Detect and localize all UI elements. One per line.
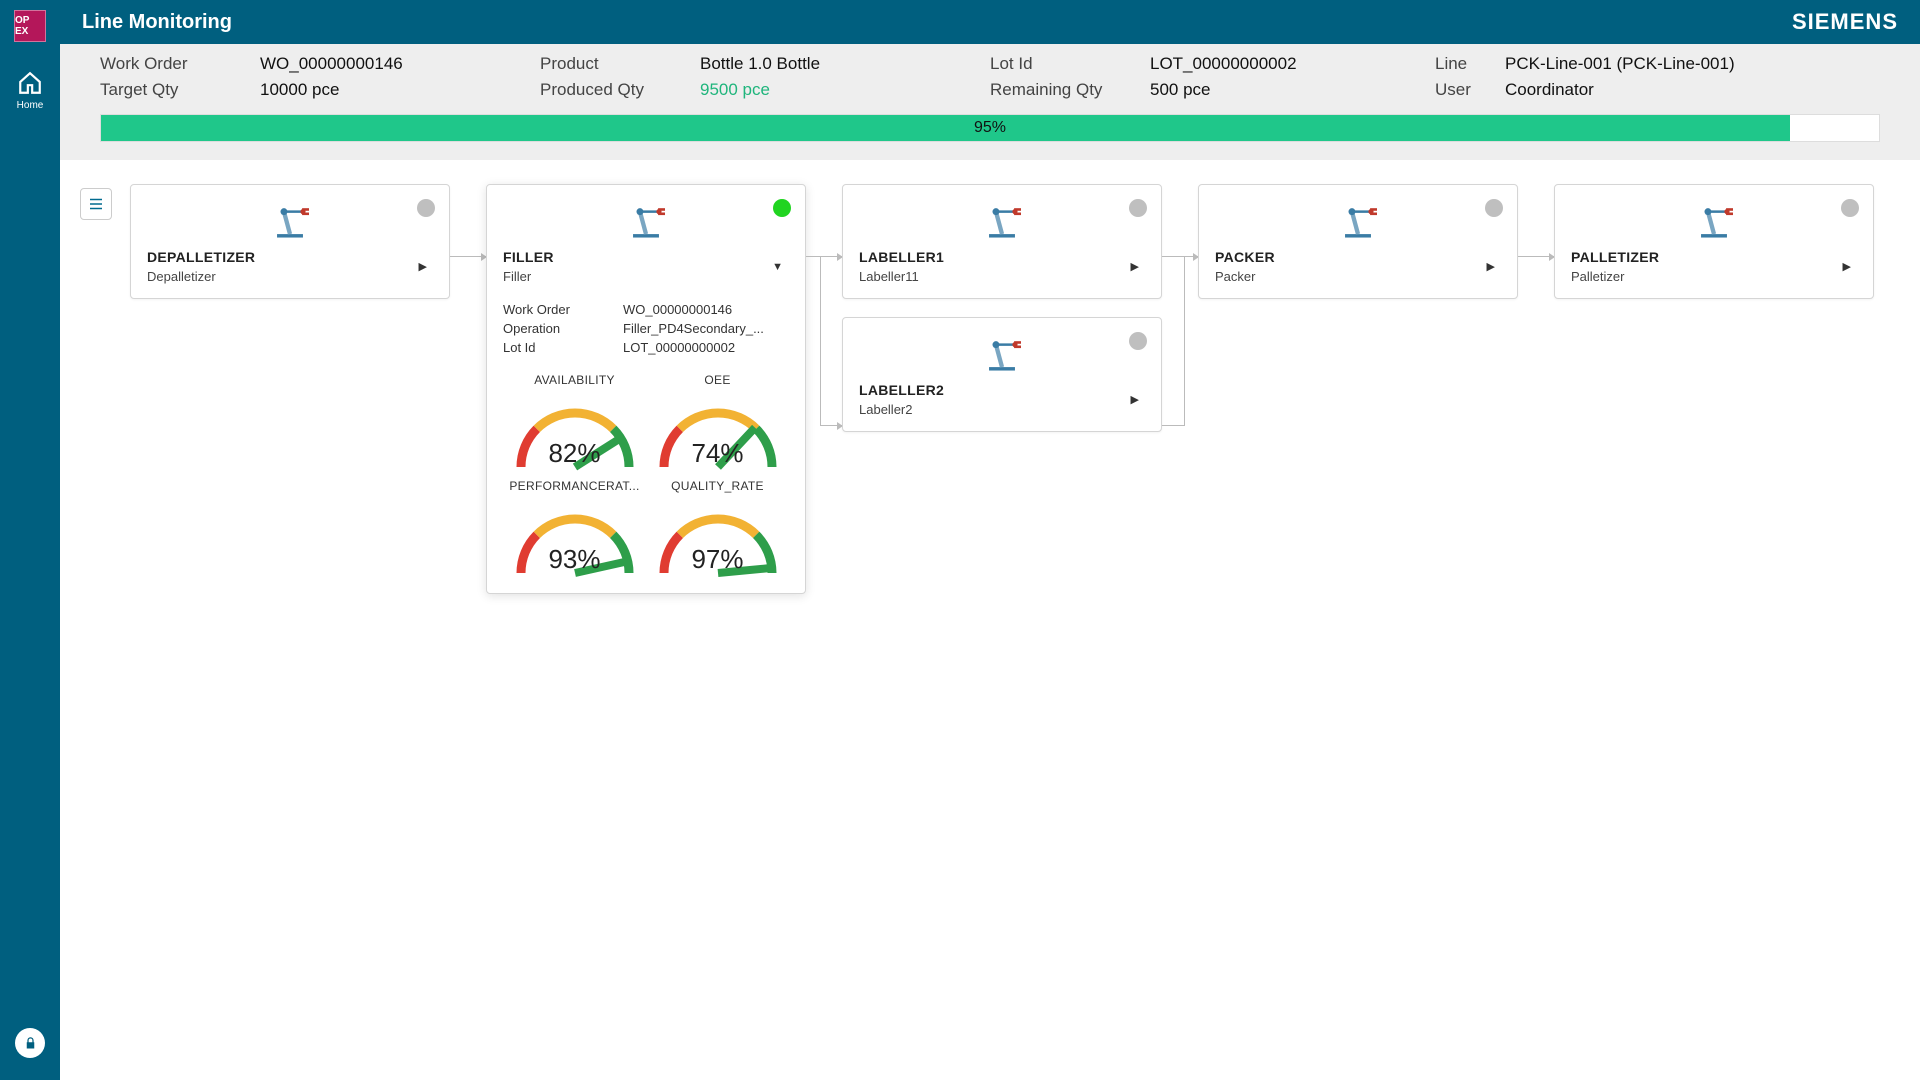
gauge-label-availability: AVAILABILITY <box>503 373 646 387</box>
progress-text: 95% <box>101 115 1879 141</box>
expand-chevron-right-icon[interactable]: ▶ <box>413 254 433 279</box>
machine-flow: DEPALLETIZER Depalletizer ▶ FILLER Fille… <box>130 184 1874 594</box>
lock-button[interactable] <box>15 1028 45 1058</box>
nav-home[interactable]: Home <box>17 70 44 111</box>
machine-card-packer[interactable]: PACKER Packer ▶ <box>1198 184 1518 299</box>
connector-merge <box>1162 256 1198 426</box>
machine-title: LABELLER2 <box>859 382 944 398</box>
home-icon <box>17 70 43 96</box>
detail-label-op: Operation <box>503 321 623 336</box>
detail-label-wo: Work Order <box>503 302 623 317</box>
machine-title: PALLETIZER <box>1571 249 1659 265</box>
detail-value-wo: WO_00000000146 <box>623 302 789 317</box>
machine-icon <box>503 203 789 241</box>
target-qty-value: 10000 pce <box>260 80 540 100</box>
work-order-label: Work Order <box>100 54 260 74</box>
produced-qty-label: Produced Qty <box>540 80 700 100</box>
lot-value: LOT_00000000002 <box>1150 54 1435 74</box>
status-dot <box>1129 199 1147 217</box>
machine-card-filler[interactable]: FILLER Filler ▼ Work OrderWO_00000000146… <box>486 184 806 594</box>
panel-toggle-button[interactable] <box>80 188 112 220</box>
expand-chevron-right-icon[interactable]: ▶ <box>1125 387 1145 412</box>
gauge-quality: 97% <box>646 499 789 579</box>
gauge-availability: 82% <box>503 393 646 473</box>
machine-subtitle: Labeller2 <box>859 402 944 417</box>
machine-title: FILLER <box>503 249 554 265</box>
menu-icon <box>87 195 105 213</box>
status-dot <box>1485 199 1503 217</box>
brand-logo: SIEMENS <box>1792 9 1898 35</box>
machine-subtitle: Depalletizer <box>147 269 255 284</box>
gauge-value-performance: 93% <box>548 544 600 575</box>
machine-icon <box>147 203 433 241</box>
machine-card-labeller1[interactable]: LABELLER1 Labeller11 ▶ <box>842 184 1162 299</box>
gauge-label-quality: QUALITY_RATE <box>646 479 789 493</box>
info-grid: Work Order WO_00000000146 Product Bottle… <box>100 54 1880 100</box>
gauge-label-oee: OEE <box>646 373 789 387</box>
gauge-label-performance: PERFORMANCERAT... <box>503 479 646 493</box>
target-qty-label: Target Qty <box>100 80 260 100</box>
gauge-performance: 93% <box>503 499 646 579</box>
app-logo-text: OP EX <box>15 15 45 37</box>
topbar: Line Monitoring SIEMENS <box>60 0 1920 44</box>
detail-value-lot: LOT_00000000002 <box>623 340 789 355</box>
gauges-grid: AVAILABILITY OEE 82% 74% PERFORMANCERAT.… <box>503 373 789 579</box>
lock-icon <box>23 1036 38 1051</box>
machine-icon <box>1571 203 1857 241</box>
status-dot <box>1841 199 1859 217</box>
work-order-value: WO_00000000146 <box>260 54 540 74</box>
line-value: PCK-Line-001 (PCK-Line-001) <box>1505 54 1880 74</box>
machine-subtitle: Palletizer <box>1571 269 1659 284</box>
gauge-value-oee: 74% <box>691 438 743 469</box>
gauge-oee: 74% <box>646 393 789 473</box>
status-dot <box>417 199 435 217</box>
status-dot <box>1129 332 1147 350</box>
detail-value-op: Filler_PD4Secondary_... <box>623 321 789 336</box>
line-label: Line <box>1435 54 1505 74</box>
remaining-qty-value: 500 pce <box>1150 80 1435 100</box>
machine-details: Work OrderWO_00000000146 OperationFiller… <box>503 302 789 355</box>
status-dot <box>773 199 791 217</box>
lot-label: Lot Id <box>990 54 1150 74</box>
machine-card-depalletizer[interactable]: DEPALLETIZER Depalletizer ▶ <box>130 184 450 299</box>
product-value: Bottle 1.0 Bottle <box>700 54 990 74</box>
machine-card-palletizer[interactable]: PALLETIZER Palletizer ▶ <box>1554 184 1874 299</box>
nav-home-label: Home <box>17 100 44 111</box>
collapse-chevron-down-icon[interactable]: ▼ <box>766 255 789 279</box>
info-strip: Work Order WO_00000000146 Product Bottle… <box>60 44 1920 160</box>
user-value: Coordinator <box>1505 80 1880 100</box>
connector-split <box>806 256 842 426</box>
product-label: Product <box>540 54 700 74</box>
machine-subtitle: Labeller11 <box>859 269 944 284</box>
gauge-value-quality: 97% <box>691 544 743 575</box>
machine-subtitle: Packer <box>1215 269 1275 284</box>
machine-icon <box>859 336 1145 374</box>
detail-label-lot: Lot Id <box>503 340 623 355</box>
connector <box>450 184 486 257</box>
main-area: DEPALLETIZER Depalletizer ▶ FILLER Fille… <box>60 174 1920 1080</box>
page-title: Line Monitoring <box>82 11 232 34</box>
machine-icon <box>859 203 1145 241</box>
produced-qty-value: 9500 pce <box>700 80 990 100</box>
user-label: User <box>1435 80 1505 100</box>
expand-chevron-right-icon[interactable]: ▶ <box>1837 254 1857 279</box>
machine-card-labeller2[interactable]: LABELLER2 Labeller2 ▶ <box>842 317 1162 432</box>
machine-title: PACKER <box>1215 249 1275 265</box>
progress-bar: 95% <box>100 114 1880 142</box>
connector <box>1518 184 1554 257</box>
expand-chevron-right-icon[interactable]: ▶ <box>1125 254 1145 279</box>
machine-title: LABELLER1 <box>859 249 944 265</box>
app-logo: OP EX <box>14 10 46 42</box>
machine-subtitle: Filler <box>503 269 554 284</box>
expand-chevron-right-icon[interactable]: ▶ <box>1481 254 1501 279</box>
gauge-value-availability: 82% <box>548 438 600 469</box>
sidebar: OP EX Home <box>0 0 60 1080</box>
machine-title: DEPALLETIZER <box>147 249 255 265</box>
remaining-qty-label: Remaining Qty <box>990 80 1150 100</box>
machine-icon <box>1215 203 1501 241</box>
